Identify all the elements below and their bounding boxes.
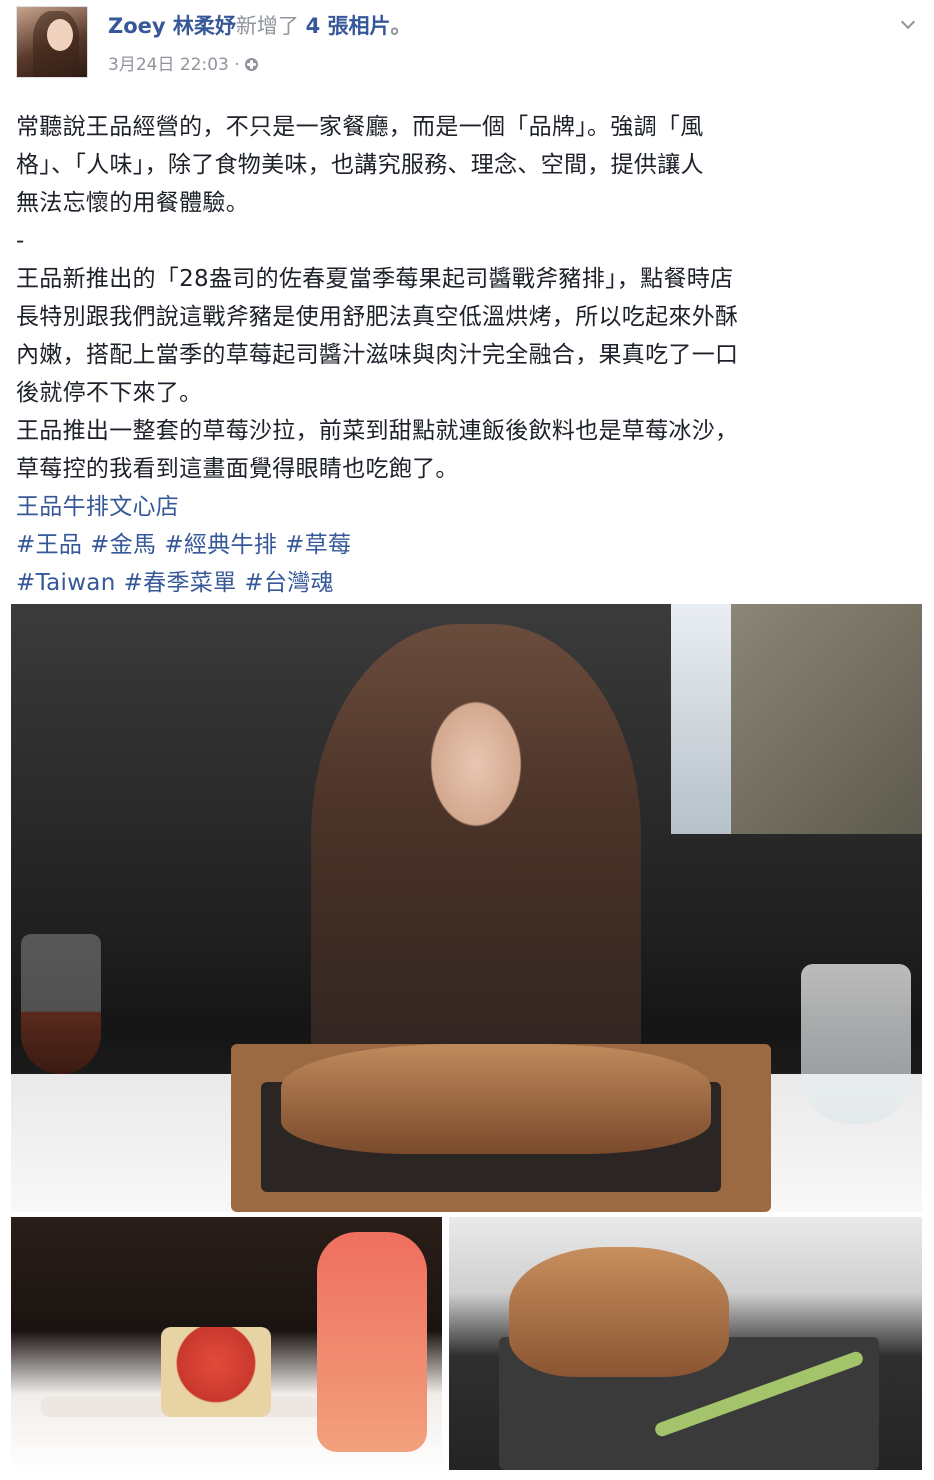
text-line: 草莓控的我看到這畫面覺得眼睛也吃飽了。 (16, 456, 459, 482)
avatar[interactable] (16, 6, 88, 78)
globe-icon[interactable] (245, 58, 259, 71)
text-line: 後就停不下來了。 (16, 380, 203, 406)
location-link[interactable]: 王品牛排文心店 (16, 488, 916, 526)
text-line: 常聽說王品經營的，不只是一家餐廳，而是一個「品牌」。強調「風 (16, 114, 704, 140)
photo-main[interactable] (11, 604, 922, 1212)
photo-dessert[interactable] (11, 1217, 442, 1470)
meta-separator: · (228, 55, 246, 75)
hashtag-link[interactable]: #王品 (16, 532, 82, 558)
post-meta: 3月24日 22:03 · (108, 52, 259, 78)
photo-pork-chop (281, 1044, 711, 1154)
photo-pork-chop (509, 1247, 729, 1377)
hashtag-link[interactable]: #台灣魂 (244, 570, 333, 596)
photo-steak[interactable] (449, 1217, 922, 1470)
text-line: 長特別跟我們說這戰斧豬是使用舒肥法真空低溫烘烤，所以吃起來外酥 (16, 304, 739, 330)
avatar-face (47, 19, 73, 51)
text-line: 無法忘懷的用餐體驗。 (16, 190, 249, 216)
post-title-line: Zoey 林柔妤新增了 4 張相片。 (108, 8, 412, 44)
chevron-down-icon[interactable] (894, 12, 922, 36)
photo-water-glass (801, 964, 911, 1124)
photo-person (311, 624, 641, 1094)
photo-wine-glass (21, 934, 101, 1074)
separator-line: - (16, 228, 25, 254)
photo-wall (731, 604, 922, 834)
title-period: 。 (390, 14, 412, 38)
photo-strawberry-smoothie (317, 1232, 427, 1452)
hashtag-row: #王品 #金馬 #經典牛排 #草莓 (16, 526, 916, 564)
author-name-link[interactable]: Zoey 林柔妤 (108, 14, 236, 38)
hashtag-link[interactable]: #Taiwan (16, 570, 116, 596)
hashtag-link[interactable]: #春季菜單 (124, 570, 237, 596)
hashtag-row: #Taiwan #春季菜單 #台灣魂 (16, 564, 916, 602)
hashtag-link[interactable]: #金馬 (90, 532, 156, 558)
text-line: 內嫩，搭配上當季的草莓起司醬汁滋味與肉汁完全融合，果真吃了一口 (16, 342, 739, 368)
post-header: Zoey 林柔妤新增了 4 張相片。 3月24日 22:03 · (0, 0, 934, 90)
photo-strawberry-tart (161, 1327, 271, 1417)
photo-count-link[interactable]: 4 張相片 (306, 14, 391, 38)
text-line: 格」、「人味」，除了食物美味，也講究服務、理念、空間，提供讓人 (16, 152, 704, 178)
hashtag-link[interactable]: #草莓 (285, 532, 351, 558)
timestamp-link[interactable]: 3月24日 22:03 (108, 55, 229, 75)
text-line: 王品推出一整套的草莓沙拉，前菜到甜點就連飯後飲料也是草莓冰沙， (16, 418, 739, 444)
post-text: 常聽說王品經營的，不只是一家餐廳，而是一個「品牌」。強調「風 格」、「人味」，除… (16, 108, 916, 602)
text-line: 王品新推出的「28盎司的佐春夏當季莓果起司醬戰斧豬排」，點餐時店 (16, 266, 734, 292)
hashtag-link[interactable]: #經典牛排 (164, 532, 277, 558)
added-text: 新增了 (235, 14, 299, 38)
photo-window (671, 604, 731, 834)
